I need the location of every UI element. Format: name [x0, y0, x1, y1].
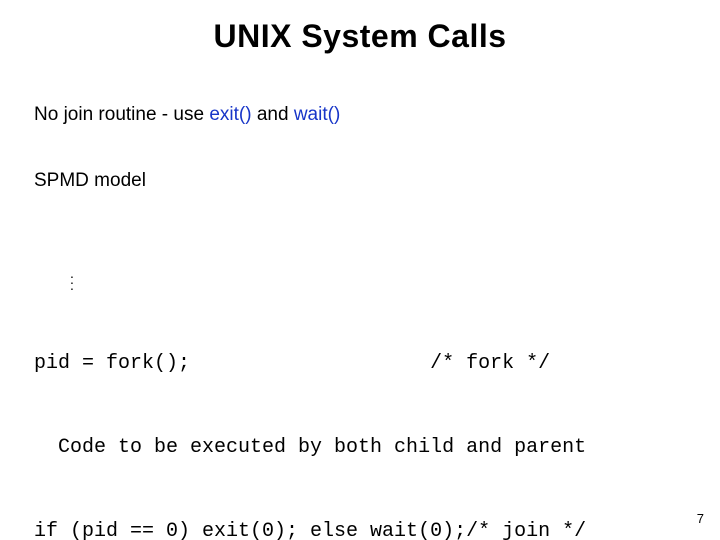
code-both-line: Code to be executed by both child and pa… [34, 434, 586, 462]
keyword-exit: exit() [209, 104, 251, 125]
code-join-line: if (pid == 0) exit(0); else wait(0);/* j… [34, 518, 586, 540]
slide: UNIX System Calls No join routine - use … [0, 0, 720, 540]
intro-mid: and [252, 104, 294, 125]
code-block: ... pid = fork(); /* fork */ Code to be … [34, 210, 586, 540]
code-ellipsis-top: ... [34, 266, 586, 294]
page-number: 7 [697, 511, 704, 526]
keyword-wait: wait() [294, 104, 340, 125]
intro-line: No join routine - use exit() and wait() [34, 104, 340, 126]
model-line: SPMD model [34, 170, 146, 192]
slide-title: UNIX System Calls [0, 18, 720, 55]
code-fork-line: pid = fork(); /* fork */ [34, 350, 586, 378]
intro-prefix: No join routine - use [34, 104, 209, 125]
